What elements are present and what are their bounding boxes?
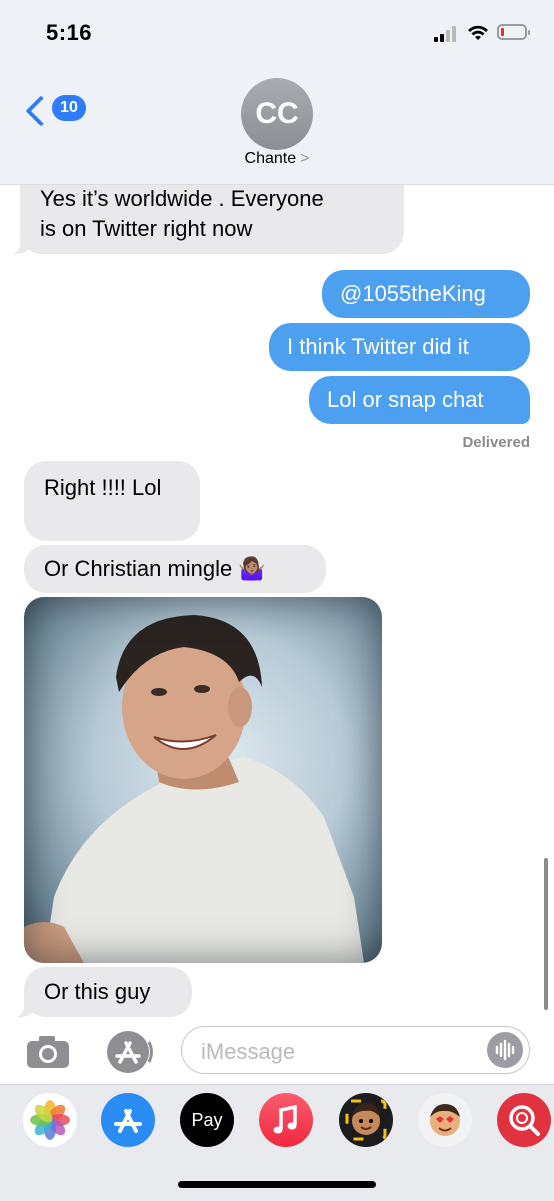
incoming-message[interactable]: Or this guy — [14, 967, 192, 1017]
chevron-right-icon: > — [300, 150, 310, 167]
photo-vignette — [24, 597, 382, 963]
message-text-line: is on Twitter right now — [40, 216, 253, 241]
image-attachment[interactable] — [24, 597, 382, 963]
scrollbar[interactable] — [544, 858, 548, 1010]
music-app-icon[interactable] — [259, 1093, 313, 1147]
memoji-stickers-app-icon[interactable] — [418, 1093, 472, 1147]
camera-icon[interactable] — [26, 1035, 70, 1069]
status-time: 5:16 — [46, 20, 93, 45]
app-store-icon[interactable] — [103, 1030, 153, 1074]
status-bar: 5:16 — [0, 0, 554, 64]
audio-waveform-icon[interactable] — [487, 1032, 523, 1068]
contact-name: Chante — [244, 150, 297, 167]
outgoing-message[interactable]: @1055theKing — [322, 270, 530, 318]
incoming-message[interactable]: Right !!!! Lol — [24, 461, 200, 541]
app-store-app-icon[interactable] — [101, 1093, 155, 1147]
home-indicator[interactable] — [178, 1181, 376, 1188]
photos-app-icon[interactable] — [23, 1093, 77, 1147]
apple-pay-app-icon[interactable]: Pay — [180, 1093, 234, 1147]
message-text: I think Twitter did it — [287, 334, 469, 359]
imessage-placeholder: iMessage — [201, 1039, 296, 1064]
incoming-message[interactable]: Or Christian mingle 🤷🏽‍♀️ — [24, 545, 326, 593]
delivered-status: Delivered — [462, 434, 530, 451]
message-text: Lol or snap chat — [327, 387, 484, 412]
contact-avatar[interactable]: CC — [241, 78, 313, 150]
back-button[interactable]: 10 — [22, 92, 92, 127]
message-text: Or this guy — [44, 979, 151, 1004]
message-text: Or Christian mingle 🤷🏽‍♀️ — [44, 556, 266, 581]
message-text-line: Yes it’s worldwide . Everyone — [40, 186, 324, 211]
contact-name-button[interactable]: Chante> — [0, 150, 554, 168]
imessage-input[interactable]: iMessage — [181, 1026, 530, 1074]
wifi-icon — [468, 25, 488, 40]
memoji-app-icon[interactable] — [339, 1093, 393, 1147]
outgoing-message[interactable]: I think Twitter did it — [269, 323, 530, 371]
outgoing-message[interactable]: Lol or snap chat — [309, 376, 530, 424]
apple-pay-label: Pay — [191, 1110, 223, 1130]
message-text: @1055theKing — [340, 281, 486, 306]
message-text: Right !!!! Lol — [44, 475, 162, 500]
battery-icon — [497, 24, 530, 40]
search-images-app-icon[interactable] — [497, 1093, 551, 1147]
unread-count-badge: 10 — [52, 95, 86, 121]
cellular-signal-icon — [434, 26, 460, 42]
